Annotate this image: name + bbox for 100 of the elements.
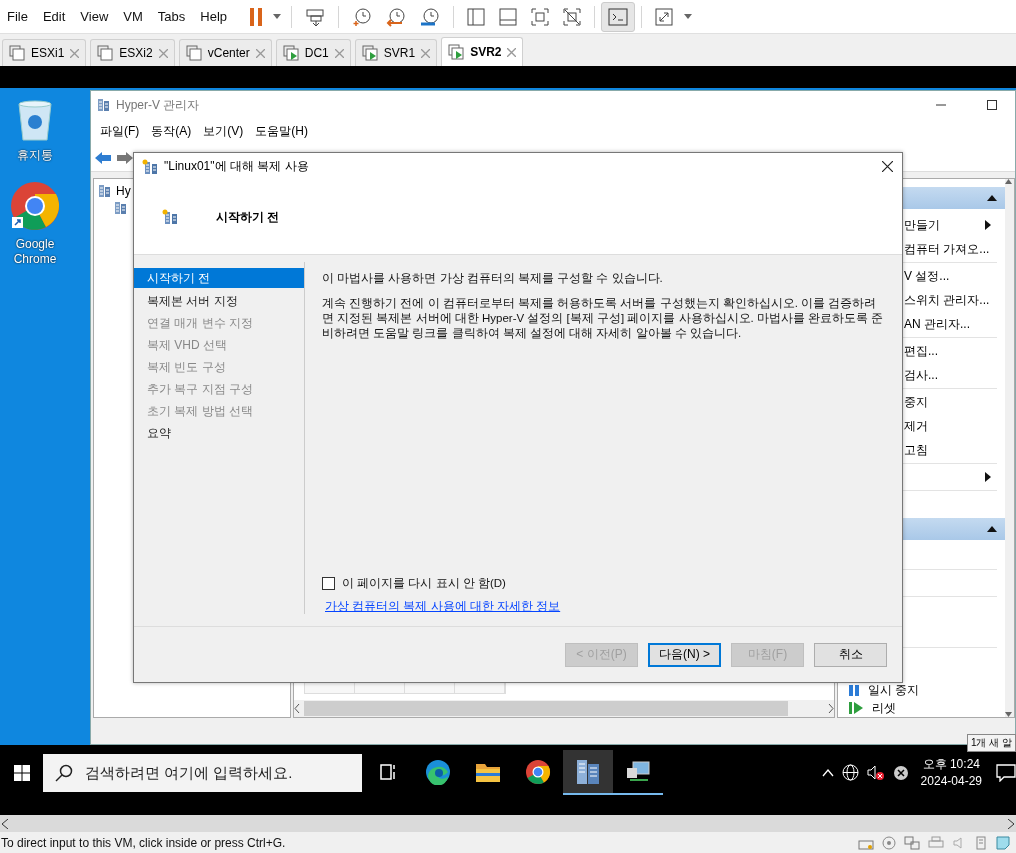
back-icon[interactable] bbox=[94, 150, 112, 165]
help-link[interactable]: 가상 컴퓨터의 복제 사용에 대한 자세한 정보 bbox=[325, 600, 561, 612]
close-icon[interactable] bbox=[255, 48, 265, 58]
menu-item[interactable]: VM bbox=[118, 9, 150, 24]
keyboard-icon bbox=[305, 7, 326, 26]
fit-frame-icon bbox=[531, 7, 550, 26]
action-item[interactable]: 편집... bbox=[904, 342, 991, 360]
menu-item[interactable]: Tabs bbox=[152, 9, 193, 24]
bottom-panel-icon bbox=[499, 7, 518, 26]
paragraph: 이 마법사를 사용하면 가상 컴퓨터의 복제를 구성할 수 있습니다. bbox=[322, 271, 664, 286]
wizard-step: 초기 복제 방법 선택 bbox=[134, 400, 304, 422]
console-icon bbox=[608, 7, 629, 26]
checkbox[interactable] bbox=[322, 577, 335, 590]
network-icon[interactable] bbox=[904, 835, 920, 850]
clock-arrow-icon bbox=[386, 6, 407, 27]
pause-icon bbox=[250, 6, 263, 27]
wizard-step: 복제 빈도 구성 bbox=[134, 356, 304, 378]
vm-running-icon bbox=[282, 45, 299, 61]
action-item[interactable]: 컴퓨터 가져오... bbox=[904, 240, 991, 258]
pause-icon bbox=[848, 684, 860, 696]
menu-item[interactable]: 파일(F) bbox=[94, 123, 146, 140]
vm-tab[interactable]: SVR1 bbox=[354, 39, 438, 66]
wizard-step: 연결 매개 변수 지정 bbox=[134, 312, 304, 334]
scrollbar[interactable] bbox=[294, 700, 834, 717]
checkbox-label[interactable]: 이 페이지를 다시 표시 안 함(D) bbox=[342, 576, 506, 591]
menu-item[interactable]: 도움말(H) bbox=[249, 123, 314, 140]
action-item[interactable]: 검사... bbox=[904, 366, 991, 384]
vm-tab[interactable]: SVR2 bbox=[441, 37, 524, 66]
action-item[interactable]: 중지 bbox=[904, 393, 991, 411]
chevron-up-icon[interactable] bbox=[821, 768, 834, 777]
note-icon[interactable] bbox=[996, 835, 1010, 850]
action-item[interactable]: 제거 bbox=[904, 417, 991, 435]
tree-item[interactable]: Hy bbox=[116, 183, 131, 198]
clock-date[interactable]: 2024-04-29 bbox=[920, 772, 982, 790]
vm-tab[interactable]: DC1 bbox=[275, 39, 351, 66]
close-circle-icon[interactable] bbox=[892, 764, 909, 781]
server-icon bbox=[98, 183, 112, 198]
menu-item[interactable]: File bbox=[2, 9, 35, 24]
search-field[interactable]: 검색하려면 여기에 입력하세요. bbox=[43, 753, 362, 792]
submenu-arrow-icon[interactable] bbox=[985, 220, 991, 230]
dialog-title: "Linux01"에 대해 복제 사용 bbox=[164, 158, 309, 175]
menu-item[interactable]: Help bbox=[195, 9, 235, 24]
action-item[interactable]: 만들기 bbox=[904, 216, 985, 234]
window-title: Hyper-V 관리자 bbox=[116, 96, 200, 114]
wizard-button[interactable]: 취소 bbox=[814, 642, 887, 667]
crossed-frame-icon bbox=[563, 7, 582, 26]
task-view-icon bbox=[378, 762, 398, 781]
play-icon bbox=[848, 701, 864, 715]
menu-item[interactable]: View bbox=[75, 9, 116, 24]
wizard-step[interactable]: 요약 bbox=[134, 422, 304, 444]
wizard-step[interactable]: 복제본 서버 지정 bbox=[134, 290, 304, 312]
close-icon[interactable] bbox=[70, 48, 80, 58]
toolbar-button[interactable] bbox=[601, 1, 636, 32]
wizard-button[interactable]: 다음(N) > bbox=[648, 642, 721, 667]
printer-icon[interactable] bbox=[928, 835, 944, 850]
action-item[interactable]: AN 관리자... bbox=[904, 315, 991, 333]
menu-item[interactable]: 동작(A) bbox=[145, 123, 198, 140]
action-item[interactable]: 일시 중지 bbox=[868, 681, 991, 699]
sidebar-layout-icon bbox=[467, 7, 486, 26]
windows-start-icon[interactable] bbox=[13, 764, 30, 781]
scrollbar[interactable] bbox=[0, 815, 1016, 832]
server-icon bbox=[575, 757, 601, 786]
menu-item[interactable]: 보기(V) bbox=[197, 123, 250, 140]
up-arrow-icon bbox=[1005, 179, 1012, 184]
icon-label: 휴지통 bbox=[16, 148, 54, 163]
vm-tab[interactable]: ESXi1 bbox=[2, 39, 87, 66]
vm-icon bbox=[9, 45, 25, 61]
close-icon[interactable] bbox=[334, 48, 344, 58]
search-icon bbox=[55, 763, 73, 782]
vm-tab[interactable]: ESXi2 bbox=[90, 39, 175, 66]
wizard-step[interactable]: 시작하기 전 bbox=[134, 268, 304, 288]
vm-icon bbox=[97, 45, 114, 61]
recycle-bin-icon bbox=[15, 98, 55, 142]
forward-icon[interactable] bbox=[116, 150, 134, 165]
server-icon bbox=[142, 158, 158, 175]
wizard-step: 복제 VHD 선택 bbox=[134, 334, 304, 356]
vm-tab[interactable]: vCenter bbox=[178, 39, 272, 66]
speaker-muted-icon[interactable] bbox=[866, 764, 885, 781]
vm-running-icon bbox=[361, 45, 378, 61]
action-item[interactable]: V 설정... bbox=[904, 267, 991, 285]
clock-time[interactable]: 오후 10:24 bbox=[922, 755, 980, 773]
close-icon[interactable] bbox=[507, 47, 517, 57]
globe-icon[interactable] bbox=[841, 764, 859, 781]
notification-tooltip: 1개 새 알 bbox=[966, 734, 1016, 752]
action-item[interactable]: 리셋 bbox=[872, 699, 991, 717]
close-icon[interactable] bbox=[158, 48, 168, 58]
disc-icon[interactable] bbox=[882, 835, 896, 850]
submenu-arrow-icon[interactable] bbox=[985, 472, 991, 482]
status-text: To direct input to this VM, click inside or press Ctrl+G. bbox=[1, 835, 287, 850]
scrollbar[interactable] bbox=[1005, 179, 1014, 717]
page-heading: 시작하기 전 bbox=[216, 208, 280, 226]
notification-icon[interactable] bbox=[996, 763, 1016, 782]
taskbar-app[interactable] bbox=[563, 750, 613, 795]
close-icon[interactable] bbox=[421, 48, 431, 58]
action-item[interactable]: 스위치 관리자... bbox=[904, 291, 991, 309]
down-arrow-icon bbox=[1005, 712, 1012, 717]
action-item[interactable]: 고침 bbox=[904, 441, 991, 459]
paragraph: 계속 진행하기 전에 이 컴퓨터로부터 복제를 허용하도록 서버를 구성했는지 확인하십시오. 이를 검증하려면 지정된 복제본 서버에 대한 Hyper-V 설정의 [복제 구성] 페이지를 사용하십시오. 마법사를 완료하도록 준비하려면 도움말 링크를 클릭하여 복제 설정에 대해 자세히 알아볼 수 있습니다. bbox=[322, 296, 885, 341]
server-icon bbox=[97, 98, 111, 112]
menu-item[interactable]: Edit bbox=[37, 9, 73, 24]
